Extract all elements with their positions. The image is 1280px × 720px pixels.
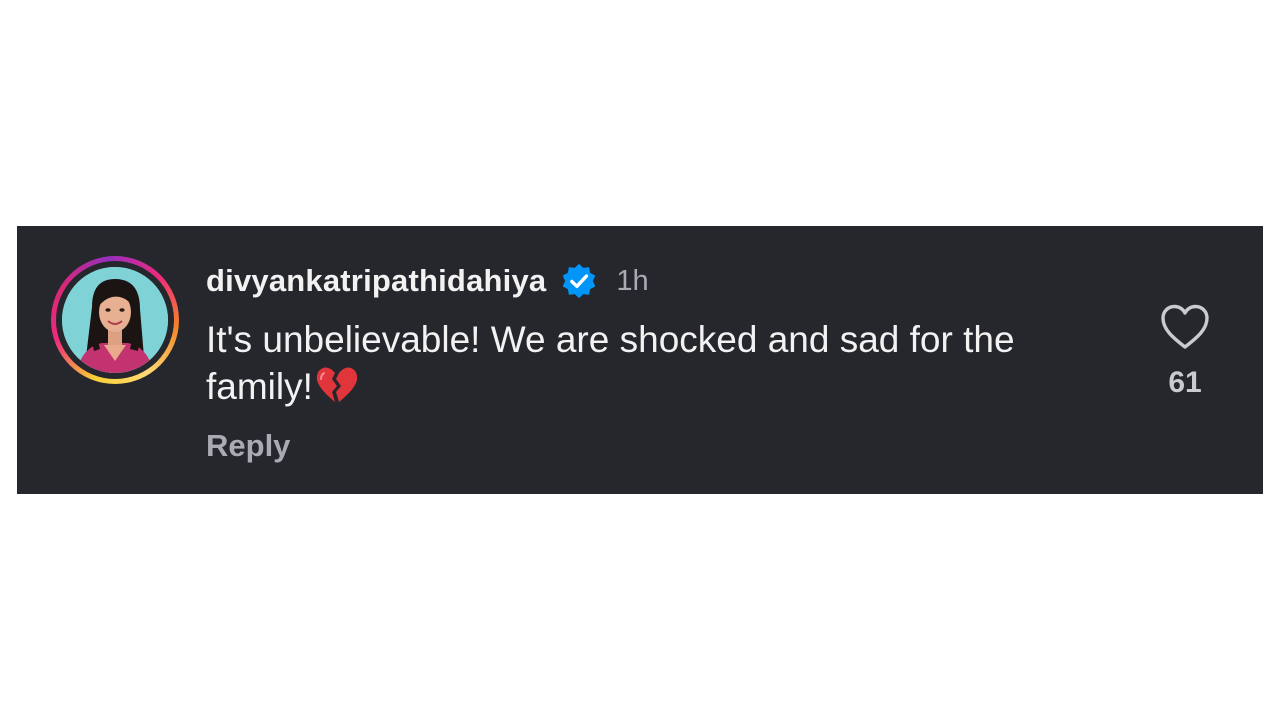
page: divyankatripathidahiya 1h It's unbelieva… — [0, 0, 1280, 720]
username[interactable]: divyankatripathidahiya — [206, 263, 546, 299]
comment-body: divyankatripathidahiya 1h It's unbelieva… — [206, 260, 1086, 464]
avatar-photo — [62, 267, 168, 373]
broken-heart-emoji — [315, 365, 359, 405]
like-area: 61 — [1155, 304, 1215, 400]
comment-text: It's unbelievable! We are shocked and sa… — [206, 316, 1066, 410]
timestamp: 1h — [616, 264, 649, 297]
comment-card: divyankatripathidahiya 1h It's unbelieva… — [17, 226, 1263, 494]
reply-button[interactable]: Reply — [206, 428, 290, 464]
avatar[interactable] — [62, 267, 168, 373]
like-count: 61 — [1168, 366, 1202, 399]
comment-header: divyankatripathidahiya 1h — [206, 260, 1086, 302]
avatar-story-ring[interactable] — [51, 256, 179, 384]
heart-outline-icon[interactable] — [1160, 304, 1210, 350]
verified-badge-icon — [560, 262, 598, 300]
